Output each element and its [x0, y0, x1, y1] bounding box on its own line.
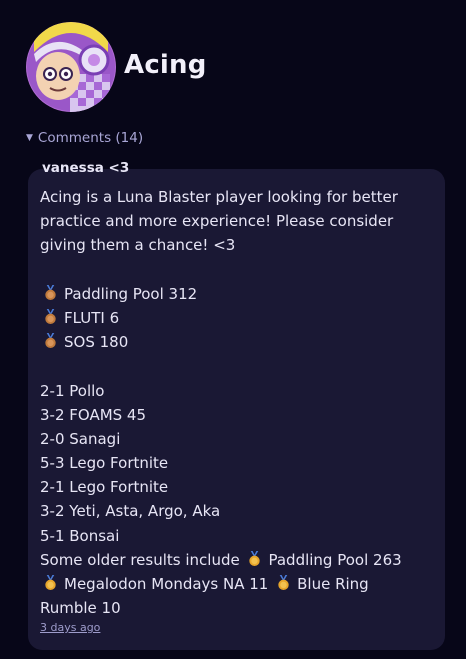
medal-result: SOS 180 — [64, 333, 129, 352]
comment-author[interactable]: vanessa <3 — [42, 160, 129, 176]
result-line: 2-1 Lego Fortnite — [40, 478, 169, 497]
comment-timestamp-link[interactable]: 3 days ago — [40, 621, 100, 634]
avatar[interactable] — [26, 22, 116, 112]
result-line: 3-2 FOAMS 45 — [40, 405, 147, 424]
comments-toggle-label: Comments (14) — [37, 130, 144, 146]
gold-medal-icon — [45, 574, 56, 591]
result-line: 2-1 Pollo — [40, 381, 105, 400]
gold-medal-icon — [249, 550, 261, 566]
comment-body: Acing is a Luna Blaster player looking f… — [40, 185, 440, 620]
profile-page: Acing ▼ Comments (14) vanessa <3 Acing is… — [0, 0, 466, 659]
bronze-medal-icon — [45, 284, 56, 300]
result-line: 5-3 Lego Fortnite — [40, 454, 169, 473]
result-line: 5-1 Bonsai — [40, 526, 120, 545]
medal-line: Paddling Pool 312 — [40, 282, 440, 306]
older-results-line: Rumble 10 — [40, 599, 121, 618]
older-result: Megalodon Mondays NA 11 — [64, 575, 269, 593]
avatar-image — [26, 22, 116, 112]
comments-toggle[interactable]: ▼ Comments (14) — [26, 130, 143, 146]
older-result: Paddling Pool 263 — [268, 550, 402, 569]
result-line: 3-2 Yeti, Asta, Argo, Aka — [40, 502, 221, 521]
comment-line: practice and more experience! Please con… — [40, 212, 394, 231]
older-results-line: Some older results include Paddling Pool… — [40, 548, 440, 572]
older-results-prefix: Some older results include — [40, 550, 240, 569]
profile-name: Acing — [124, 50, 207, 80]
gold-medal-icon — [278, 574, 289, 591]
medal-line: FLUTI 6 — [40, 306, 440, 330]
bronze-medal-icon — [45, 333, 56, 349]
result-line: 2-0 Sanagi — [40, 429, 121, 448]
older-result: Blue Ring — [297, 575, 369, 593]
comment-line: giving them a chance! <3 — [40, 236, 236, 255]
older-results-line: Megalodon Mondays NA 11 Blue Ring — [40, 572, 440, 596]
caret-down-icon: ▼ — [26, 133, 33, 143]
medal-result: Paddling Pool 312 — [64, 284, 198, 303]
medal-result: FLUTI 6 — [64, 308, 120, 327]
medal-line: SOS 180 — [40, 330, 440, 354]
comment-line: Acing is a Luna Blaster player looking f… — [40, 188, 398, 206]
bronze-medal-icon — [45, 308, 56, 324]
